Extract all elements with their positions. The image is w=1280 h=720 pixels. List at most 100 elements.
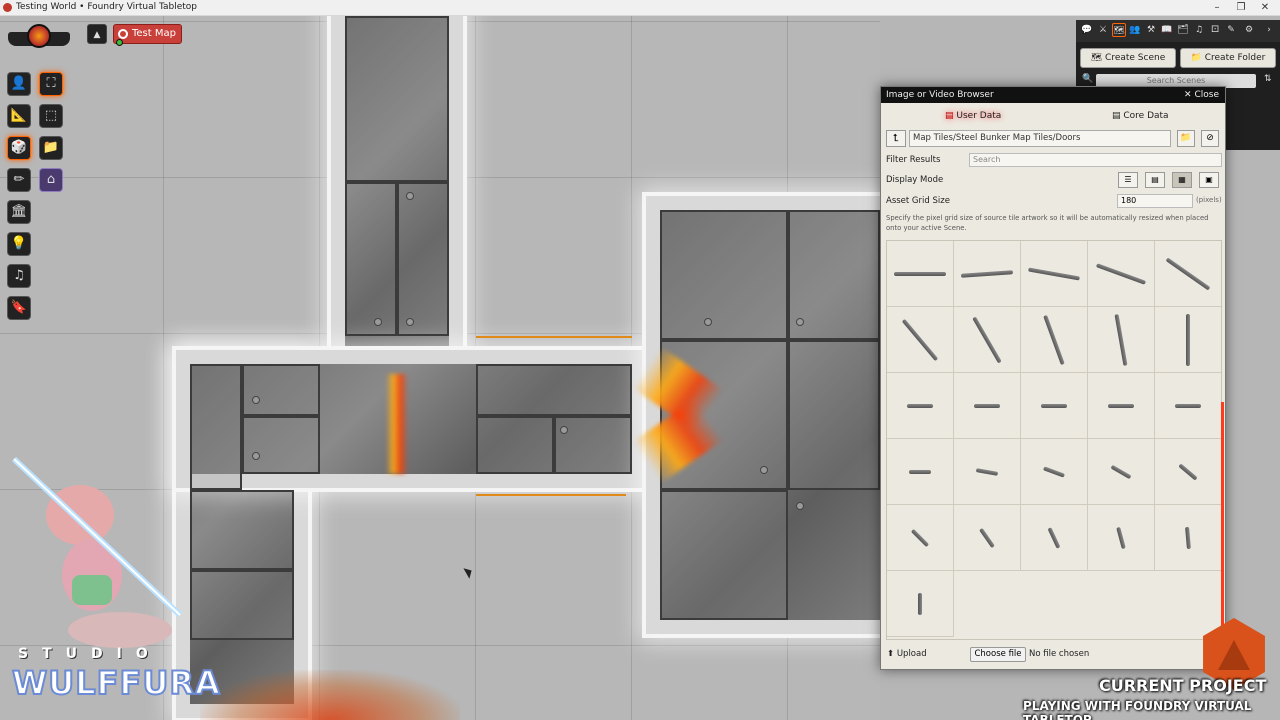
sound-controls-button[interactable]: ♫	[7, 264, 31, 288]
token-controls-button[interactable]: 👤	[7, 72, 31, 96]
measure-controls-button[interactable]: 📐	[7, 104, 31, 128]
floor-plate	[190, 570, 294, 640]
asset-tile[interactable]	[1021, 439, 1088, 505]
scrollbar[interactable]	[1221, 402, 1224, 642]
asset-tile[interactable]	[1021, 307, 1088, 373]
map-icon: 🗺	[1090, 53, 1106, 63]
display-thumbs-button[interactable]: ▤	[1145, 172, 1165, 188]
close-icon: ✕	[1184, 90, 1192, 100]
search-icon: 🔍	[1082, 74, 1094, 84]
tab-items-icon[interactable]: ⚒	[1144, 23, 1158, 37]
display-images-button[interactable]: ▣	[1199, 172, 1219, 188]
asset-tile[interactable]	[1088, 439, 1155, 505]
door-thumbnail	[1114, 313, 1128, 366]
rivet	[560, 426, 568, 434]
tab-playlists-icon[interactable]: ♫	[1192, 23, 1206, 37]
door-thumbnail	[1047, 526, 1061, 549]
asset-tile[interactable]	[954, 439, 1021, 505]
asset-tile[interactable]	[887, 373, 954, 439]
close-window-button[interactable]: ✕	[1253, 1, 1277, 15]
drawing-controls-button[interactable]: ✏	[7, 168, 31, 192]
tab-combat-icon[interactable]: ⚔	[1096, 23, 1110, 37]
asset-tile[interactable]	[1155, 439, 1221, 505]
asset-tile[interactable]	[1088, 373, 1155, 439]
asset-tile[interactable]	[1155, 307, 1221, 373]
wall-segment[interactable]	[476, 494, 626, 496]
upload-button[interactable]: ⬆ Upload	[887, 649, 927, 659]
asset-tile[interactable]	[1021, 373, 1088, 439]
tab-settings-icon[interactable]: ⚙	[1242, 23, 1256, 37]
asset-tile[interactable]	[954, 373, 1021, 439]
server-icon: ▤	[1112, 111, 1121, 121]
path-input[interactable]: Map Tiles/Steel Bunker Map Tiles/Doors	[909, 130, 1171, 147]
tab-compendium-icon[interactable]: ⚀	[1208, 23, 1222, 37]
tile-controls-button[interactable]: 🎲	[7, 136, 31, 160]
asset-tile[interactable]	[1088, 505, 1155, 571]
tab-core-data[interactable]: ▤ Core Data	[1112, 111, 1169, 121]
target-icon	[118, 29, 128, 39]
tab-actors-icon[interactable]: 👥	[1128, 23, 1142, 37]
door-thumbnail	[1116, 526, 1126, 549]
collapse-sidebar-icon[interactable]: ›	[1262, 23, 1276, 37]
choose-file-button[interactable]: Choose file	[970, 647, 1026, 662]
door-glow-west[interactable]	[386, 374, 408, 474]
lighting-controls-button[interactable]: 💡	[7, 232, 31, 256]
asset-tile[interactable]	[887, 241, 954, 307]
select-tool-button[interactable]: ⛶	[39, 72, 63, 96]
filter-search-input[interactable]: Search	[969, 153, 1222, 167]
asset-tile[interactable]	[1155, 505, 1221, 571]
rivet	[796, 318, 804, 326]
rivet	[704, 318, 712, 326]
asset-tile[interactable]	[1088, 307, 1155, 373]
asset-tile[interactable]	[1155, 373, 1221, 439]
minimize-button[interactable]: –	[1205, 1, 1229, 15]
asset-tile[interactable]	[887, 505, 954, 571]
create-scene-button[interactable]: 🗺 Create Scene	[1080, 48, 1176, 68]
door-thumbnail	[1185, 526, 1191, 549]
tab-user-data[interactable]: ▤ User Data	[945, 111, 1001, 121]
scene-nav-item-test-map[interactable]: Test Map	[113, 24, 182, 46]
home-tool-button[interactable]: ⌂	[39, 168, 63, 192]
display-list-button[interactable]: ☰	[1118, 172, 1138, 188]
floor-plate	[660, 490, 788, 620]
restore-button[interactable]: ❐	[1229, 1, 1253, 15]
asset-tile[interactable]	[887, 571, 954, 637]
asset-tile[interactable]	[1021, 505, 1088, 571]
notes-controls-button[interactable]: 🔖	[7, 296, 31, 320]
door-thumbnail	[1186, 313, 1190, 366]
asset-tile[interactable]	[887, 307, 954, 373]
door-thumbnail	[909, 469, 931, 474]
wall-segment[interactable]	[476, 336, 632, 338]
create-folder-icon[interactable]: 📁	[1177, 130, 1195, 147]
file-picker-header[interactable]: Image or Video Browser ✕ Close	[881, 87, 1225, 103]
tab-chat-icon[interactable]: 💬	[1080, 23, 1094, 37]
asset-tile[interactable]	[1021, 241, 1088, 307]
asset-tile[interactable]	[954, 307, 1021, 373]
tab-tables-icon[interactable]: 🗂	[1176, 23, 1190, 37]
foundry-logo[interactable]	[8, 22, 70, 56]
asset-tile[interactable]	[954, 505, 1021, 571]
wall-controls-button[interactable]: 🏛	[7, 200, 31, 224]
tab-scenes-icon[interactable]: 🗺	[1112, 23, 1126, 37]
tile-browser-tool-button[interactable]: ⬚	[39, 104, 63, 128]
grid-size-input[interactable]: 180	[1117, 194, 1193, 208]
asset-tile[interactable]	[887, 439, 954, 505]
tab-notes-icon[interactable]: ✎	[1224, 23, 1238, 37]
display-tiles-button[interactable]: ▦	[1172, 172, 1192, 188]
create-folder-button[interactable]: 📁 Create Folder	[1180, 48, 1276, 68]
grid-size-units: (pixels)	[1196, 196, 1222, 204]
privacy-toggle-icon[interactable]: ⊘	[1201, 130, 1219, 147]
asset-tile[interactable]	[954, 241, 1021, 307]
studio-text: STUDIO	[18, 646, 162, 662]
close-button[interactable]: ✕ Close	[1184, 87, 1219, 103]
close-label: Close	[1194, 90, 1219, 100]
rivet	[374, 318, 382, 326]
parent-directory-button[interactable]: ⮤	[886, 130, 906, 147]
sort-icon[interactable]: ⇅	[1264, 74, 1272, 84]
tab-journal-icon[interactable]: 📖	[1160, 23, 1174, 37]
folder-tool-button[interactable]: 📁	[39, 136, 63, 160]
door-thumbnail	[1041, 403, 1067, 408]
asset-tile[interactable]	[1155, 241, 1221, 307]
collapse-nav-button[interactable]: ▲	[87, 24, 107, 44]
asset-tile[interactable]	[1088, 241, 1155, 307]
